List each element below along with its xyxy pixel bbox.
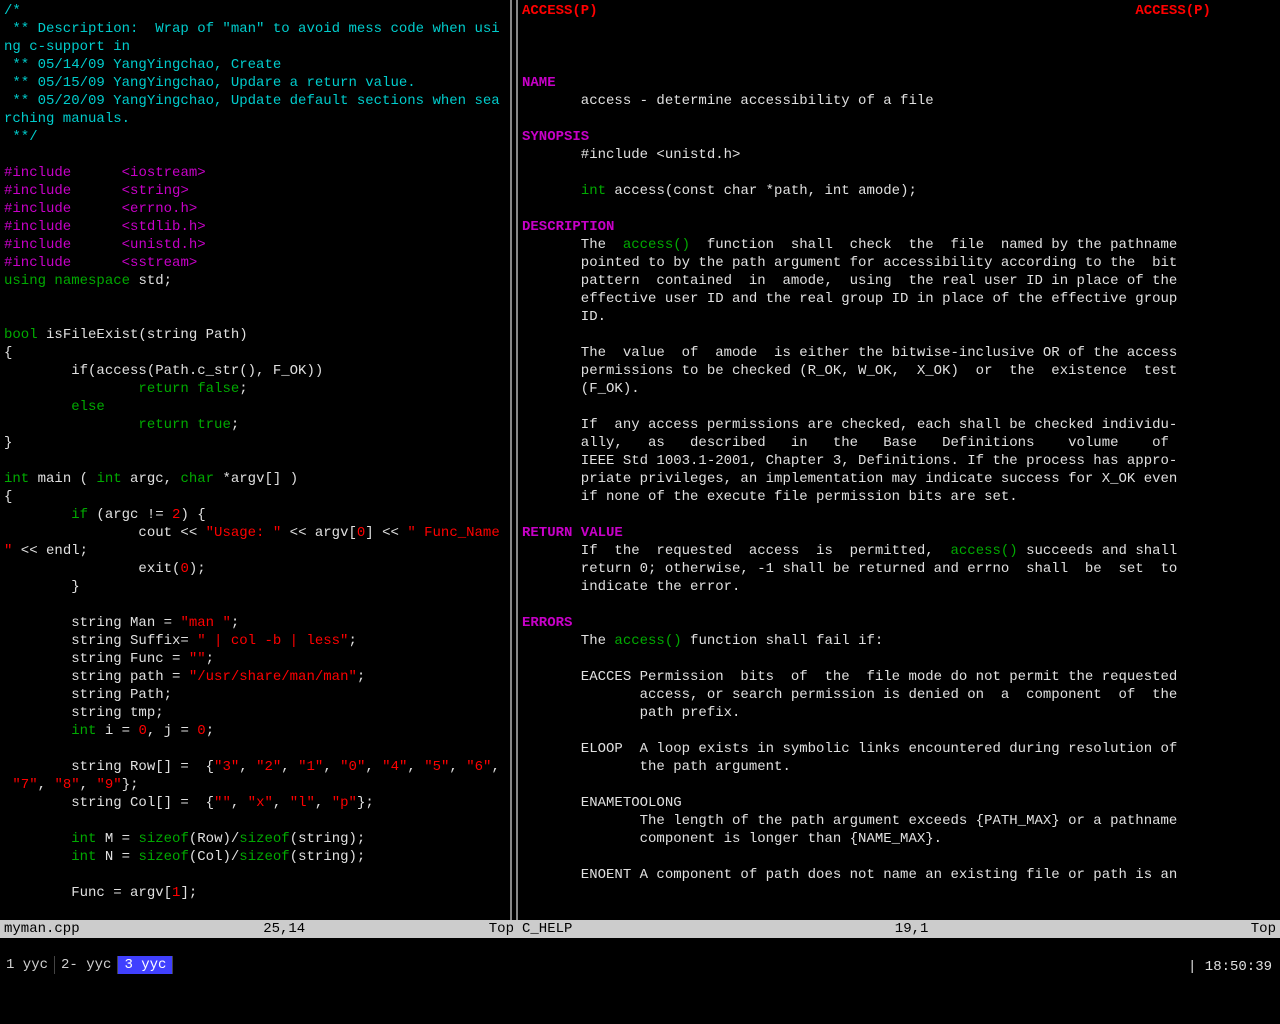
status-filename-right: C_HELP [522,920,572,938]
tab[interactable]: 3 yyc [118,956,173,974]
tabline: 1 yyc 2- yyc 3 yyc [0,956,1280,974]
editor-container: /* ** Description: Wrap of "man" to avoi… [0,0,1280,920]
status-scroll-right: Top [1251,920,1276,938]
source-code[interactable]: /* ** Description: Wrap of "man" to avoi… [0,0,510,904]
status-line: myman.cpp 25,14 Top C_HELP 19,1 Top [0,920,1280,938]
split-divider[interactable] [510,0,518,920]
right-pane[interactable]: ACCESS(P) ACCESS(P) NAME access - determ… [518,0,1280,920]
status-filename-left: myman.cpp [4,920,80,938]
left-pane[interactable]: /* ** Description: Wrap of "man" to avoi… [0,0,510,920]
status-scroll-left: Top [489,920,514,938]
man-page[interactable]: ACCESS(P) ACCESS(P) NAME access - determ… [518,0,1280,904]
tab[interactable]: 1 yyc [0,956,55,974]
status-pos-left: 25,14 [263,920,305,938]
tab[interactable]: 2- yyc [55,956,118,974]
clock: | 18:50:39 [1188,958,1272,976]
status-pos-right: 19,1 [895,920,929,938]
